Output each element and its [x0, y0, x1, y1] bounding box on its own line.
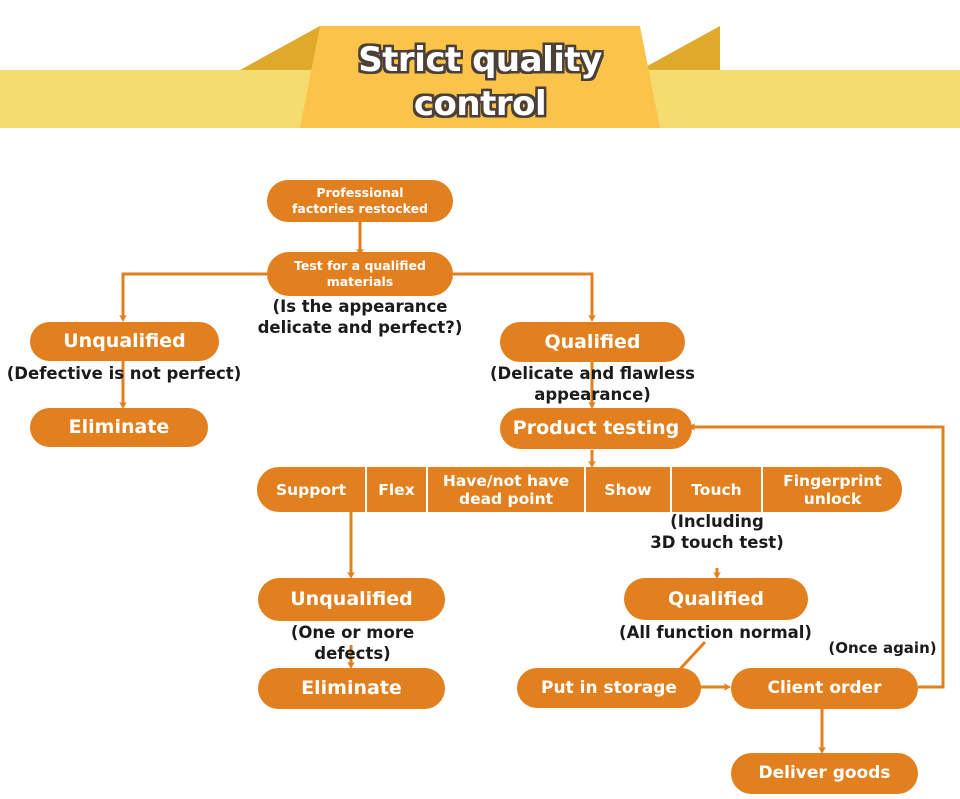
- node-product-testing[interactable]: Product testing: [500, 408, 692, 449]
- caption-appearance-question: (Is the appearance delicate and perfect?…: [257, 297, 463, 337]
- caption-including-3d-touch-test: (Including 3D touch test): [650, 512, 784, 552]
- arrow-test-to-qualified: [453, 272, 596, 322]
- node-test-for-qualified-materials[interactable]: Test for a qualified materials: [267, 252, 453, 296]
- node-put-in-storage[interactable]: Put in storage: [517, 668, 701, 708]
- caption-all-function-normal: (All function normal): [619, 623, 812, 642]
- node-professional-factories-restocked[interactable]: Professional factories restocked: [267, 180, 453, 222]
- caption-defective-is-not-perfect: (Defective is not perfect): [6, 364, 242, 383]
- test-cell-touch[interactable]: Touch: [672, 467, 763, 512]
- test-cell-show[interactable]: Show: [586, 467, 672, 512]
- test-categories-strip: Support Flex Have/not have dead point Sh…: [257, 467, 902, 512]
- caption-once-again: (Once again): [828, 639, 937, 657]
- caption-delicate-and-flawless: (Delicate and flawless appearance): [489, 364, 695, 404]
- arrow-test-to-unqualified: [119, 272, 267, 322]
- test-cell-support[interactable]: Support: [257, 467, 367, 512]
- test-cell-flex[interactable]: Flex: [367, 467, 428, 512]
- node-eliminate-bottom[interactable]: Eliminate: [258, 668, 445, 709]
- test-cell-dead-point[interactable]: Have/not have dead point: [428, 467, 586, 512]
- node-qualified-bottom[interactable]: Qualified: [624, 578, 808, 620]
- caption-one-or-more-defects: (One or more defects): [290, 623, 415, 663]
- node-unqualified-top[interactable]: Unqualified: [30, 322, 219, 361]
- node-eliminate-top[interactable]: Eliminate: [30, 408, 208, 447]
- quality-control-flowchart-page: Strict quality control Professional fact…: [0, 0, 960, 799]
- node-unqualified-bottom[interactable]: Unqualified: [258, 578, 445, 621]
- test-cell-fingerprint-unlock[interactable]: Fingerprint unlock: [763, 467, 902, 512]
- node-qualified-top[interactable]: Qualified: [500, 322, 685, 362]
- node-client-order[interactable]: Client order: [731, 668, 918, 709]
- node-deliver-goods[interactable]: Deliver goods: [731, 753, 918, 794]
